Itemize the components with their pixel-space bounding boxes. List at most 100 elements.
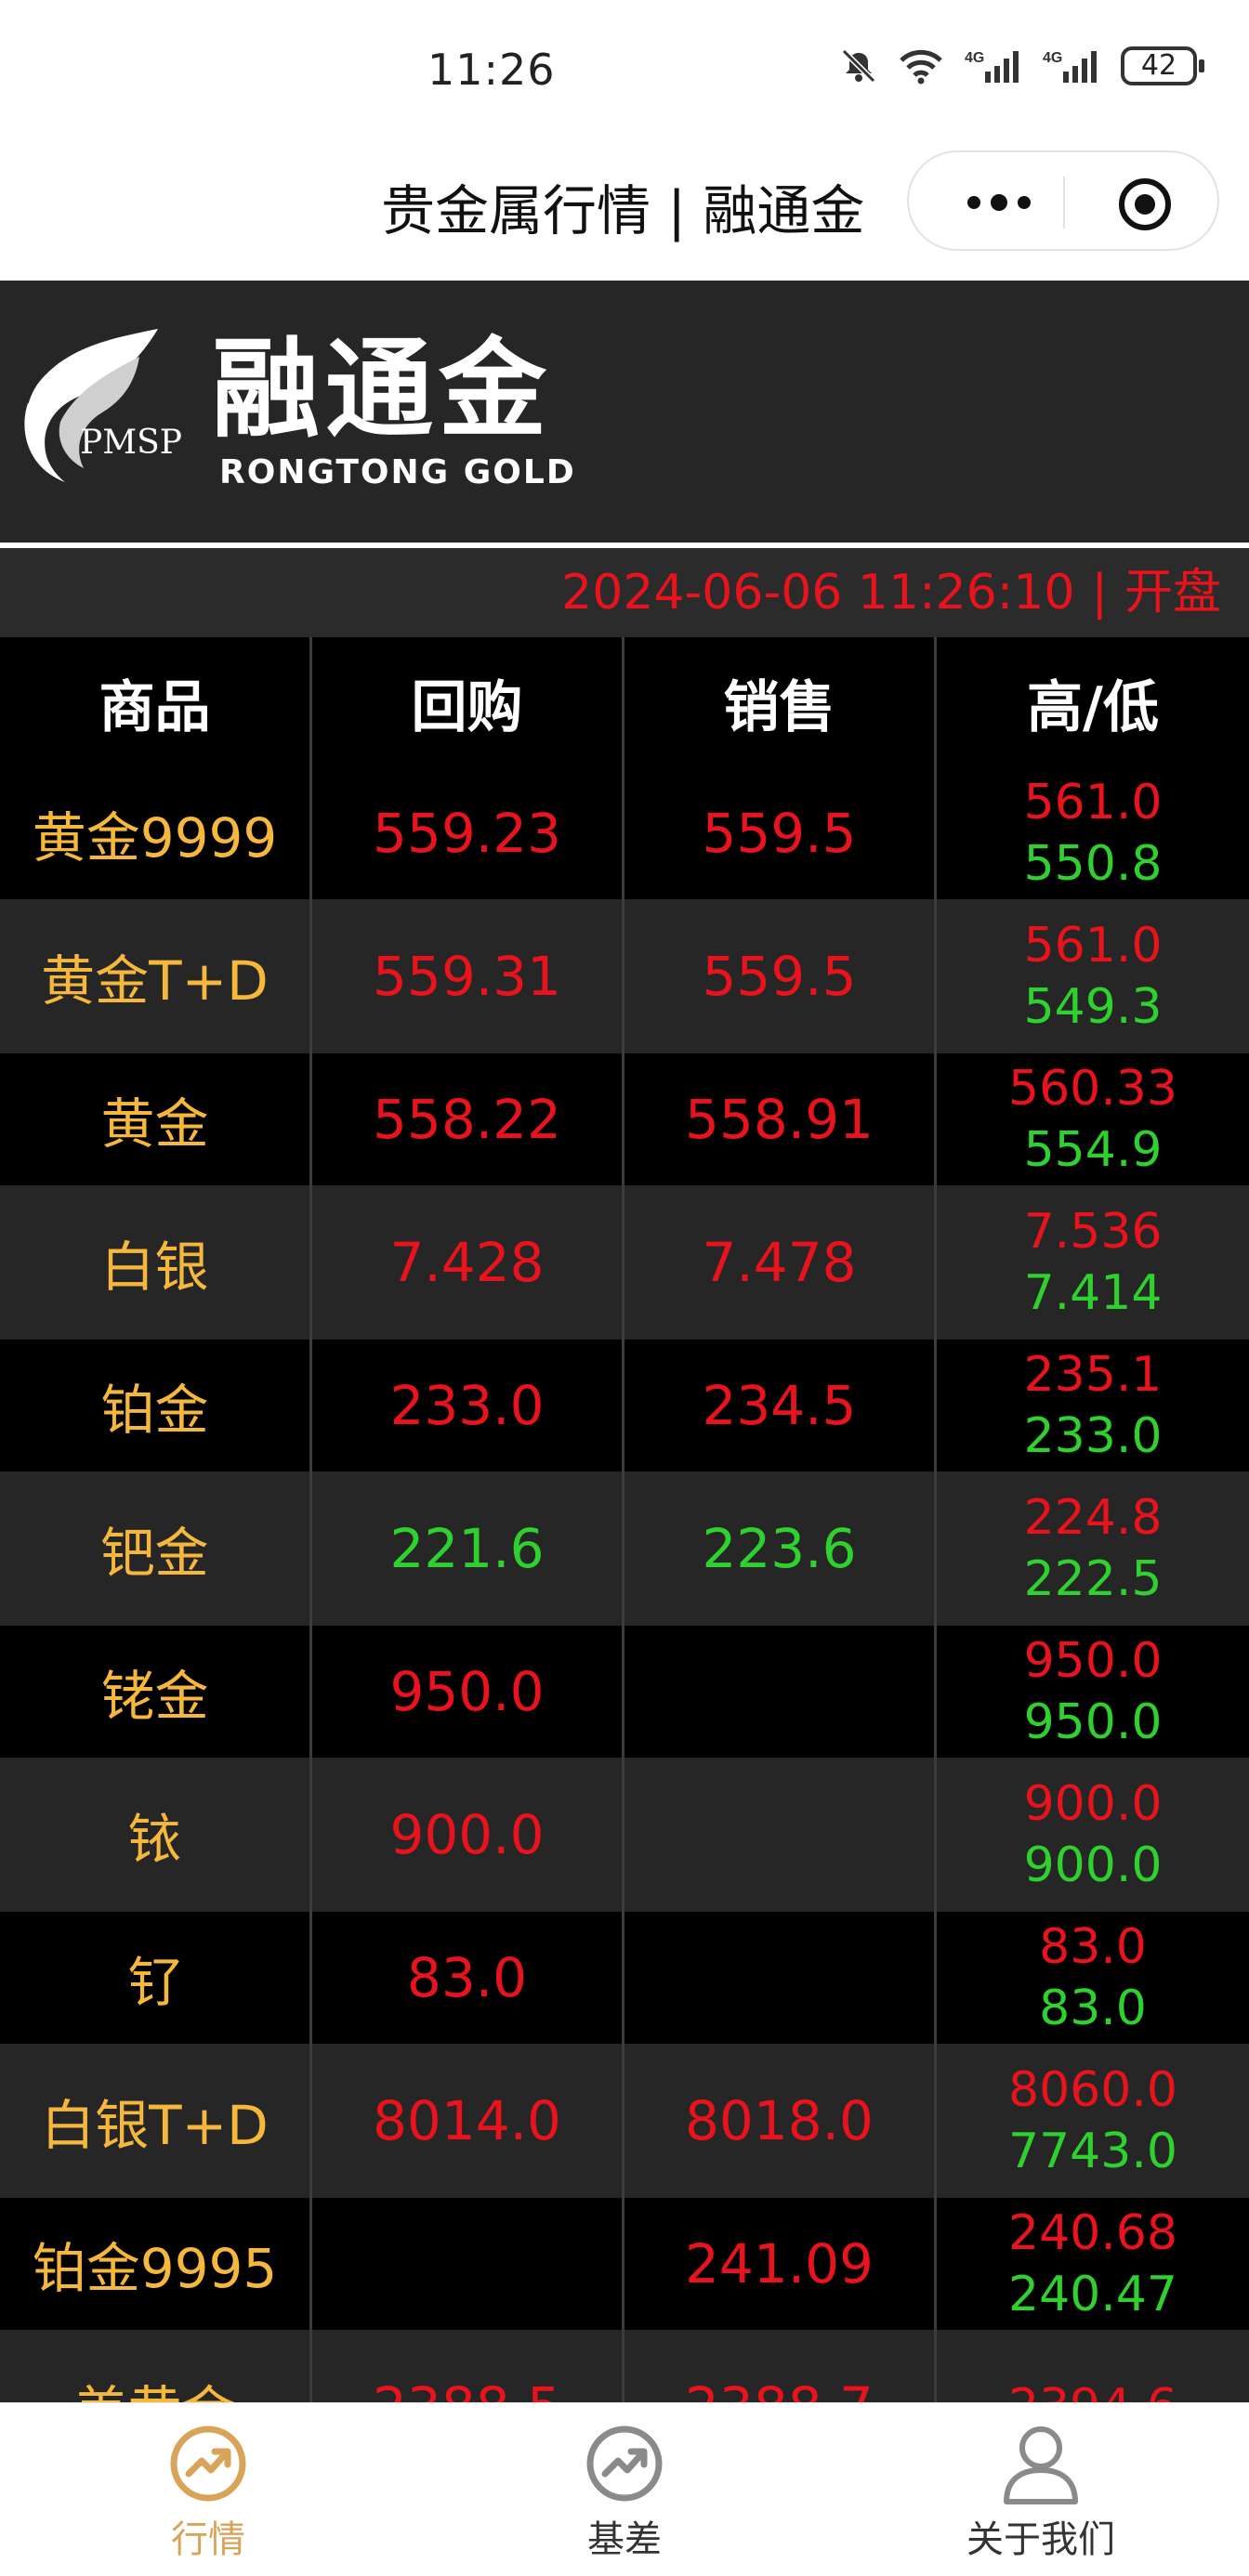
low-price: 950.0	[1023, 1694, 1163, 1750]
header-high-low: 高/低	[1027, 674, 1159, 740]
logo-en: RONGTONG GOLD	[219, 453, 576, 491]
logo-cn: 融通金	[212, 327, 552, 452]
product-name: 白银	[0, 1185, 312, 1340]
low-price: 7743.0	[1008, 2124, 1177, 2179]
header-product: 商品	[0, 637, 312, 767]
miniprogram-capsule	[907, 150, 1219, 251]
trend-icon	[170, 2426, 246, 2502]
high-price: 561.0	[1023, 775, 1163, 830]
table-row[interactable]: 白银T+D 8014.0 8018.0 8060.0 7743.0	[0, 2044, 1249, 2198]
low-price: 900.0	[1023, 1837, 1163, 1893]
buy-price: 7.428	[312, 1185, 624, 1340]
product-name: 黄金	[0, 1053, 312, 1185]
high-price: 83.0	[1039, 1919, 1147, 1975]
timestamp-datetime: 2024-06-06 11:26:10	[561, 565, 1075, 621]
product-name: 铑金	[0, 1626, 312, 1758]
table-row[interactable]: 铂金9995 241.09 240.68 240.47	[0, 2198, 1249, 2330]
header-sell: 销售	[624, 637, 937, 767]
table-row[interactable]: 白银 7.428 7.478 7.536 7.414	[0, 1185, 1249, 1340]
tab-market[interactable]: 行情	[0, 2403, 416, 2576]
low-price: 554.9	[1023, 1122, 1163, 1178]
market-status: 开盘	[1124, 565, 1221, 621]
high-low: 7.536 7.414	[937, 1185, 1249, 1340]
market-timestamp: 2024-06-06 11:26:10 | 开盘	[0, 548, 1249, 637]
high-low: 900.0 900.0	[937, 1758, 1249, 1912]
mute-bell-icon	[841, 48, 876, 84]
table-row[interactable]: 铱 900.0 900.0 900.0	[0, 1758, 1249, 1912]
table-row[interactable]: 铂金 233.0 234.5 235.1 233.0	[0, 1340, 1249, 1471]
high-price: 8060.0	[1008, 2062, 1177, 2118]
product-name: 钯金	[0, 1471, 312, 1626]
sell-price: 223.6	[624, 1471, 937, 1626]
table-row[interactable]: 铑金 950.0 950.0 950.0	[0, 1626, 1249, 1758]
low-price: 233.0	[1023, 1408, 1163, 1464]
buy-price: 8014.0	[312, 2044, 624, 2198]
tab-basis[interactable]: 基差	[416, 2403, 833, 2576]
product-name: 铱	[0, 1758, 312, 1912]
product-name: 白银T+D	[0, 2044, 312, 2198]
table-header: 商品 回购 销售 高/低	[0, 637, 1249, 767]
high-low: 83.0 83.0	[937, 1912, 1249, 2044]
table-row[interactable]: 黄金T+D 559.31 559.5 561.0 549.3	[0, 899, 1249, 1053]
product-name: 黄金T+D	[0, 899, 312, 1053]
table-row[interactable]: 黄金 558.22 558.91 560.33 554.9	[0, 1053, 1249, 1185]
tab-about[interactable]: 关于我们	[833, 2403, 1249, 2576]
net-label-1: 4G	[965, 50, 984, 66]
status-icons: 4G 4G 42	[840, 46, 1204, 85]
high-price: 7.536	[1023, 1204, 1163, 1260]
tab-label: 行情	[171, 2518, 245, 2561]
capsule-divider	[1063, 177, 1065, 229]
sell-price: 559.5	[624, 899, 937, 1053]
sell-price	[624, 1626, 937, 1758]
product-name: 钌	[0, 1912, 312, 2044]
nav-bar: 贵金属行情 | 融通金	[0, 139, 1249, 281]
high-price: 240.68	[1008, 2205, 1177, 2261]
more-icon[interactable]	[957, 184, 1041, 221]
low-price: 550.8	[1023, 836, 1163, 892]
low-price: 222.5	[1023, 1551, 1163, 1607]
low-price: 83.0	[1039, 1981, 1147, 2036]
product-name: 铂金9995	[0, 2198, 312, 2330]
high-price: 950.0	[1023, 1633, 1163, 1689]
price-table: 商品 回购 销售 高/低 黄金9999 559.23 559.5 561.0 55…	[0, 637, 1249, 2484]
high-price: 224.8	[1023, 1490, 1163, 1546]
sell-price	[624, 1912, 937, 2044]
buy-price: 83.0	[312, 1912, 624, 2044]
table-row[interactable]: 钌 83.0 83.0 83.0	[0, 1912, 1249, 2044]
sell-price: 234.5	[624, 1340, 937, 1471]
user-icon	[1004, 2426, 1078, 2504]
tab-label: 关于我们	[966, 2518, 1115, 2561]
buy-price: 900.0	[312, 1758, 624, 1912]
high-low: 8060.0 7743.0	[937, 2044, 1249, 2198]
signal-4g-icon: 4G	[965, 50, 1019, 83]
high-low: 224.8 222.5	[937, 1471, 1249, 1626]
dragon-logo-icon	[24, 329, 158, 482]
low-price: 240.47	[1008, 2267, 1177, 2322]
status-time: 11:26	[427, 45, 556, 95]
sell-price: 241.09	[624, 2198, 937, 2330]
close-miniprogram-icon[interactable]	[1117, 177, 1173, 232]
high-low: 240.68 240.47	[937, 2198, 1249, 2330]
buy-price: 233.0	[312, 1340, 624, 1471]
buy-price: 559.31	[312, 899, 624, 1053]
sell-price: 8018.0	[624, 2044, 937, 2198]
page-title: 贵金属行情 | 融通金	[381, 179, 865, 242]
logo-abbr: PMSP	[80, 424, 182, 462]
table-row[interactable]: 钯金 221.6 223.6 224.8 222.5	[0, 1471, 1249, 1626]
buy-price	[312, 2198, 624, 2330]
low-price: 549.3	[1023, 979, 1163, 1035]
table-row[interactable]: 黄金9999 559.23 559.5 561.0 550.8	[0, 767, 1249, 899]
low-price: 7.414	[1023, 1265, 1163, 1321]
signal-4g-icon: 4G	[1043, 50, 1097, 83]
buy-price: 558.22	[312, 1053, 624, 1185]
buy-price: 559.23	[312, 767, 624, 899]
high-price: 561.0	[1023, 918, 1163, 974]
timestamp-separator: |	[1091, 565, 1108, 621]
high-low: 235.1 233.0	[937, 1340, 1249, 1471]
header-buyback: 回购	[312, 637, 624, 767]
product-name: 铂金	[0, 1340, 312, 1471]
buy-price: 950.0	[312, 1626, 624, 1758]
high-low: 560.33 554.9	[937, 1053, 1249, 1185]
sell-price	[624, 1758, 937, 1912]
sell-price: 559.5	[624, 767, 937, 899]
